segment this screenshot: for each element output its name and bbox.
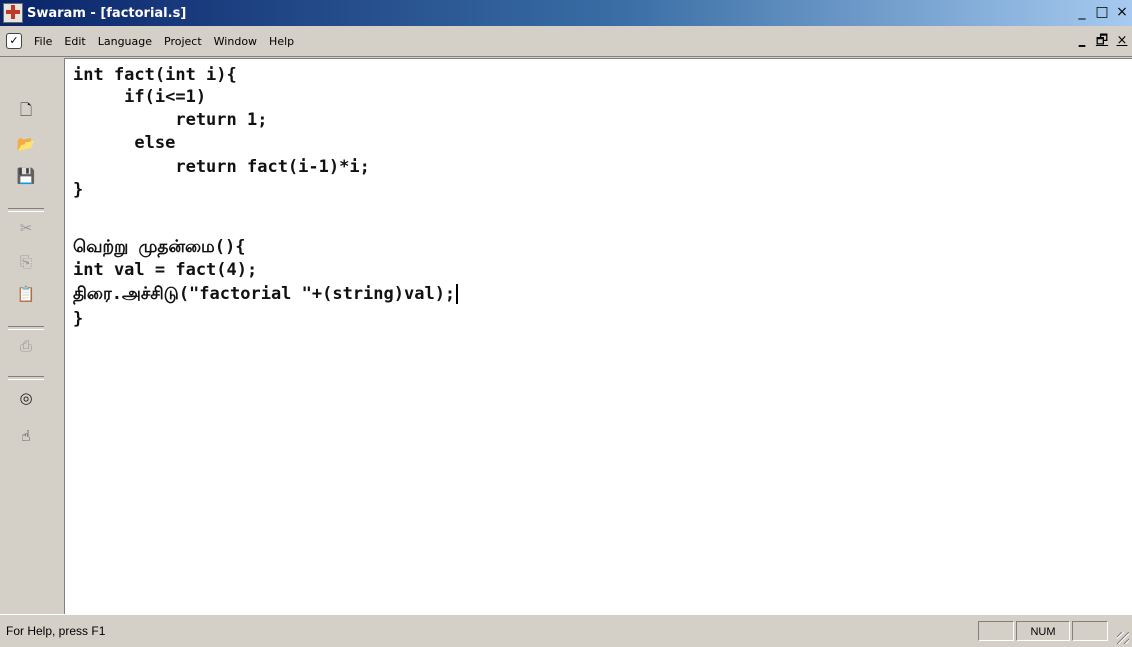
code-line: வெற்று முதன்மை(){ [73, 237, 246, 257]
menu-window[interactable]: Window [208, 35, 263, 48]
caption-buttons: _ □ × [1072, 3, 1132, 21]
status-help-text: For Help, press F1 [6, 624, 106, 638]
open-folder-icon[interactable]: 📂 [16, 134, 36, 154]
code-line: if(i<=1) [73, 87, 207, 107]
copy-icon[interactable]: ⎘ [16, 252, 36, 272]
close-button[interactable]: × [1112, 3, 1132, 21]
toolbar-separator [8, 376, 44, 380]
window-title: Swaram - [factorial.s] [27, 5, 187, 21]
code-editor[interactable]: int fact(int i){ if(i<=1) return 1; else… [64, 58, 1132, 614]
code-line: else [73, 133, 176, 153]
app-icon[interactable] [3, 3, 23, 23]
view-icon[interactable]: ◎ [16, 388, 36, 408]
code-line: } [73, 180, 84, 200]
status-bar: For Help, press F1 NUM [0, 614, 1132, 647]
code-line: } [73, 309, 84, 329]
menu-file[interactable]: File [28, 35, 58, 48]
doc-close-button[interactable]: × [1112, 32, 1132, 49]
title-bar[interactable]: Swaram - [factorial.s] _ □ × [0, 0, 1132, 26]
toolbar: 🗋 📂 💾 ✂ ⎘ 📋 ⎙ ◎ ☝ [0, 58, 64, 614]
menu-edit[interactable]: Edit [58, 35, 91, 48]
status-pane-empty [1072, 621, 1108, 641]
menu-help[interactable]: Help [263, 35, 300, 48]
paste-icon[interactable]: 📋 [16, 284, 36, 304]
menu-bar: ✓ File Edit Language Project Window Help… [0, 30, 1132, 52]
toolbar-separator [8, 208, 44, 212]
doc-restore-button[interactable]: 🗗 [1092, 32, 1112, 49]
menu-language[interactable]: Language [92, 35, 158, 48]
maximize-button[interactable]: □ [1092, 3, 1112, 21]
code-line: int val = fact(4); [73, 260, 258, 280]
status-pane-empty [978, 621, 1014, 641]
toolbar-separator [8, 326, 44, 330]
new-file-icon[interactable]: 🗋 [16, 101, 36, 122]
minimize-button[interactable]: _ [1072, 3, 1092, 21]
code-line-cursor: திரை.அச்சிடு("factorial "+(string)val); [73, 284, 459, 306]
document-window-controls: _ 🗗 × [1072, 32, 1132, 49]
menu-project[interactable]: Project [158, 35, 208, 48]
print-icon[interactable]: ⎙ [16, 336, 36, 356]
resize-grip[interactable] [1117, 632, 1129, 644]
code-line-text: திரை.அச்சிடு("factorial "+(string)val); [73, 284, 456, 304]
doc-minimize-button[interactable]: _ [1072, 32, 1092, 49]
help-pointer-icon[interactable]: ☝ [16, 426, 36, 446]
code-line: int fact(int i){ [73, 65, 237, 85]
text-cursor [456, 284, 459, 304]
num-lock-indicator: NUM [1016, 621, 1070, 641]
code-line: return fact(i-1)*i; [73, 157, 370, 177]
code-line: return 1; [73, 110, 268, 130]
cut-icon[interactable]: ✂ [16, 218, 36, 238]
document-icon[interactable]: ✓ [6, 33, 22, 49]
save-icon[interactable]: 💾 [16, 166, 36, 186]
